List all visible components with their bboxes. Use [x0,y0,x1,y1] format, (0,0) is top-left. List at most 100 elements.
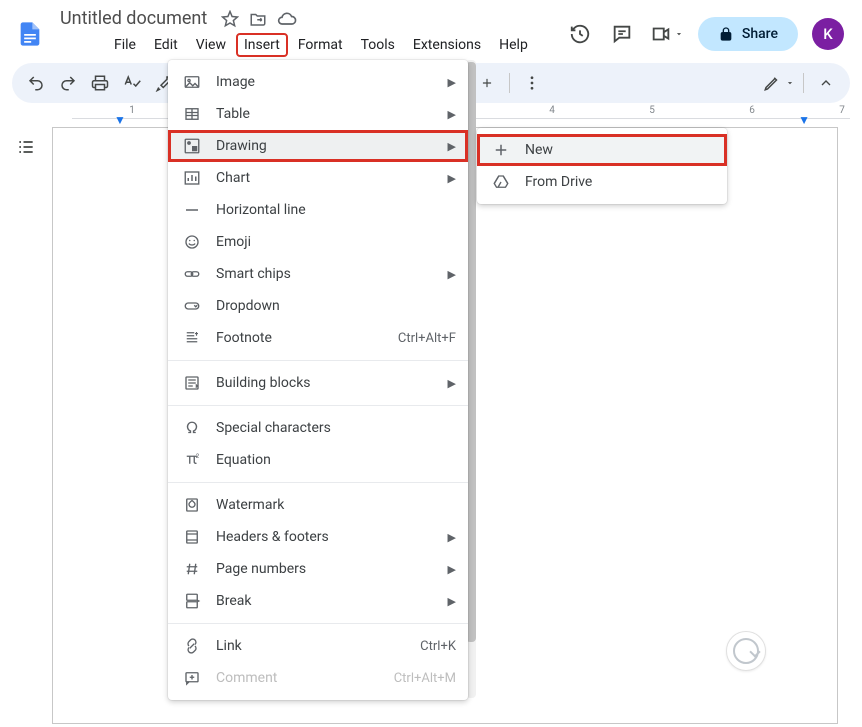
ruler-tick: 6 [749,105,755,116]
insert-menu-item-image[interactable]: Image ▶ [168,66,468,98]
insert-menu-item-building-blocks[interactable]: Building blocks ▶ [168,367,468,399]
link-icon [182,636,202,656]
menu-item-label: Table [216,106,434,122]
menu-item-label: Image [216,74,434,90]
print-button[interactable] [86,69,114,97]
hash-icon [182,559,202,579]
menu-item-label: Emoji [216,234,456,250]
menu-item-label: New [525,142,715,158]
submenu-arrow-icon: ▶ [448,108,456,121]
indent-marker-right[interactable]: ▼ [798,113,810,127]
submenu-arrow-icon: ▶ [448,76,456,89]
insert-menu-item-footnote[interactable]: FootnoteCtrl+Alt+F [168,322,468,354]
drawing-submenu: New From Drive [477,128,727,204]
menu-item-label: Break [216,593,434,609]
docs-app-icon[interactable] [12,16,48,52]
document-title[interactable]: Untitled document [56,6,211,31]
headers-icon [182,527,202,547]
ruler-tick: 1 [129,105,135,116]
share-button[interactable]: Share [698,17,798,51]
history-icon[interactable] [566,20,594,48]
svg-text:2: 2 [196,453,200,460]
insert-menu-item-emoji[interactable]: Emoji [168,226,468,258]
submenu-arrow-icon: ▶ [448,172,456,185]
insert-menu-item-drawing[interactable]: Drawing▶ [168,130,468,162]
menu-view[interactable]: View [188,33,234,57]
toolbar-separator [509,73,510,93]
menu-tools[interactable]: Tools [353,33,403,57]
spellcheck-button[interactable] [118,69,146,97]
menu-divider [168,360,468,361]
collapse-toolbar-button[interactable] [812,69,840,97]
account-avatar[interactable]: K [812,18,844,50]
menubar: File Edit View Insert Format Tools Exten… [56,31,560,61]
menu-item-label: Equation [216,452,456,468]
move-icon[interactable] [249,10,267,28]
menu-extensions[interactable]: Extensions [405,33,489,57]
indent-marker-left[interactable]: ▼ [114,113,126,127]
menu-divider [168,405,468,406]
drawing-submenu-item-new[interactable]: New [477,134,727,166]
submenu-arrow-icon: ▶ [448,595,456,608]
menu-item-label: Dropdown [216,298,456,314]
meet-icon[interactable] [650,20,684,48]
menu-item-label: Building blocks [216,375,434,391]
menu-format[interactable]: Format [290,33,351,57]
plus-icon [491,140,511,160]
menu-item-label: Headers & footers [216,529,434,545]
chips-icon [182,264,202,284]
comments-icon[interactable] [608,20,636,48]
insert-menu-item-headers-footers[interactable]: Headers & footers ▶ [168,521,468,553]
menu-file[interactable]: File [106,33,144,57]
blocks-icon [182,373,202,393]
insert-menu: Image▶Table▶Drawing▶Chart▶Horizontal lin… [168,60,468,700]
editing-mode-button[interactable] [763,74,795,92]
emoji-icon [182,232,202,252]
share-label: Share [742,26,778,42]
grammarly-icon[interactable] [726,631,766,671]
insert-menu-item-watermark[interactable]: Watermark [168,489,468,521]
menu-item-label: Watermark [216,497,456,513]
menu-divider [168,623,468,624]
redo-button[interactable] [54,69,82,97]
submenu-arrow-icon: ▶ [448,531,456,544]
star-icon[interactable] [221,10,239,28]
insert-menu-item-dropdown[interactable]: Dropdown [168,290,468,322]
drawing-icon [182,136,202,156]
outline-toggle-icon[interactable] [16,137,36,720]
drawing-submenu-item-from-drive[interactable]: From Drive [477,166,727,198]
drive-icon [491,172,511,192]
menu-item-label: Link [216,638,406,654]
insert-menu-item-link[interactable]: Link Ctrl+K [168,630,468,662]
image-icon [182,72,202,92]
ruler-tick: 4 [549,105,555,116]
pi-icon: 2 [182,450,202,470]
menu-help[interactable]: Help [491,33,536,57]
menu-edit[interactable]: Edit [146,33,186,57]
insert-menu-item-chart[interactable]: Chart▶ [168,162,468,194]
ruler-tick: 7 [839,105,845,116]
menu-shortcut: Ctrl+Alt+M [394,671,456,686]
more-toolbar-button[interactable] [518,69,546,97]
submenu-arrow-icon: ▶ [448,563,456,576]
undo-button[interactable] [22,69,50,97]
insert-menu-item-special-characters[interactable]: Special characters [168,412,468,444]
menu-insert[interactable]: Insert [236,33,288,57]
menu-item-label: Horizontal line [216,202,456,218]
hr-icon [182,200,202,220]
submenu-arrow-icon: ▶ [448,268,456,281]
menu-item-label: Smart chips [216,266,434,282]
break-icon [182,591,202,611]
insert-menu-item-table[interactable]: Table ▶ [168,98,468,130]
insert-menu-item-equation[interactable]: 2 Equation [168,444,468,476]
menu-shortcut: Ctrl+K [420,639,456,654]
cloud-status-icon[interactable] [277,9,297,29]
omega-icon [182,418,202,438]
insert-menu-item-page-numbers[interactable]: Page numbers▶ [168,553,468,585]
font-size-increase[interactable] [473,69,501,97]
insert-menu-item-smart-chips[interactable]: Smart chips ▶ [168,258,468,290]
submenu-arrow-icon: ▶ [448,377,456,390]
menu-item-label: Drawing [216,138,434,154]
insert-menu-item-break[interactable]: Break ▶ [168,585,468,617]
insert-menu-item-horizontal-line[interactable]: Horizontal line [168,194,468,226]
